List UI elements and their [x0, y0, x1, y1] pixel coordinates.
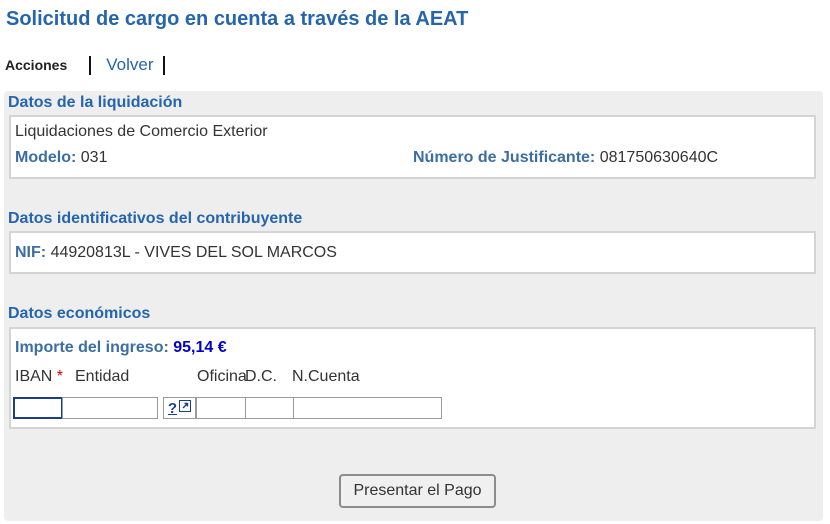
nif-value: 44920813L - VIVES DEL SOL MARCOS — [50, 244, 337, 261]
importe-value: 95,14 € — [173, 339, 227, 356]
modelo-field: Modelo: 031 — [15, 149, 107, 167]
section-title-liquidacion: Datos de la liquidación — [8, 94, 183, 111]
oficina-label: Oficina — [197, 368, 247, 385]
cuenta-input[interactable] — [293, 397, 442, 419]
justificante-field: Número de Justificante: 081750630640C — [413, 149, 718, 167]
entidad-input[interactable] — [62, 397, 158, 419]
nif-label: NIF: — [15, 244, 47, 261]
volver-link[interactable]: Volver — [106, 55, 153, 75]
separator — [89, 55, 92, 75]
section-title-economicos: Datos económicos — [8, 305, 151, 322]
modelo-label: Modelo: — [15, 149, 77, 166]
cuenta-label: N.Cuenta — [292, 368, 360, 385]
page-title: Solicitud de cargo en cuenta a través de… — [6, 8, 469, 30]
justificante-value: 081750630640C — [599, 149, 719, 166]
actions-bar: Acciones Volver — [5, 54, 165, 76]
entidad-help-button[interactable]: ? — [163, 397, 196, 419]
presentar-pago-button[interactable]: Presentar el Pago — [339, 474, 496, 508]
entidad-label: Entidad — [75, 368, 130, 385]
justificante-label: Número de Justificante: — [413, 149, 596, 166]
section-title-contribuyente: Datos identificativos del contribuyente — [8, 210, 303, 227]
actions-label: Acciones — [5, 57, 68, 73]
separator — [162, 55, 165, 75]
importe-field: Importe del ingreso: 95,14 € — [15, 339, 227, 357]
importe-label: Importe del ingreso: — [15, 339, 169, 356]
nif-field: NIF: 44920813L - VIVES DEL SOL MARCOS — [15, 244, 337, 262]
iban-label: IBAN * — [15, 368, 63, 386]
oficina-input[interactable] — [196, 397, 246, 419]
liquidacion-description: Liquidaciones de Comercio Exterior — [15, 123, 268, 140]
dc-label: D.C. — [245, 368, 277, 385]
required-mark: * — [56, 368, 64, 385]
dc-input[interactable] — [245, 397, 294, 419]
help-label: ? — [167, 399, 178, 417]
iban-input[interactable] — [13, 397, 63, 419]
external-link-icon — [179, 399, 192, 417]
iban-label-text: IBAN — [15, 368, 53, 385]
modelo-value: 031 — [80, 149, 108, 166]
